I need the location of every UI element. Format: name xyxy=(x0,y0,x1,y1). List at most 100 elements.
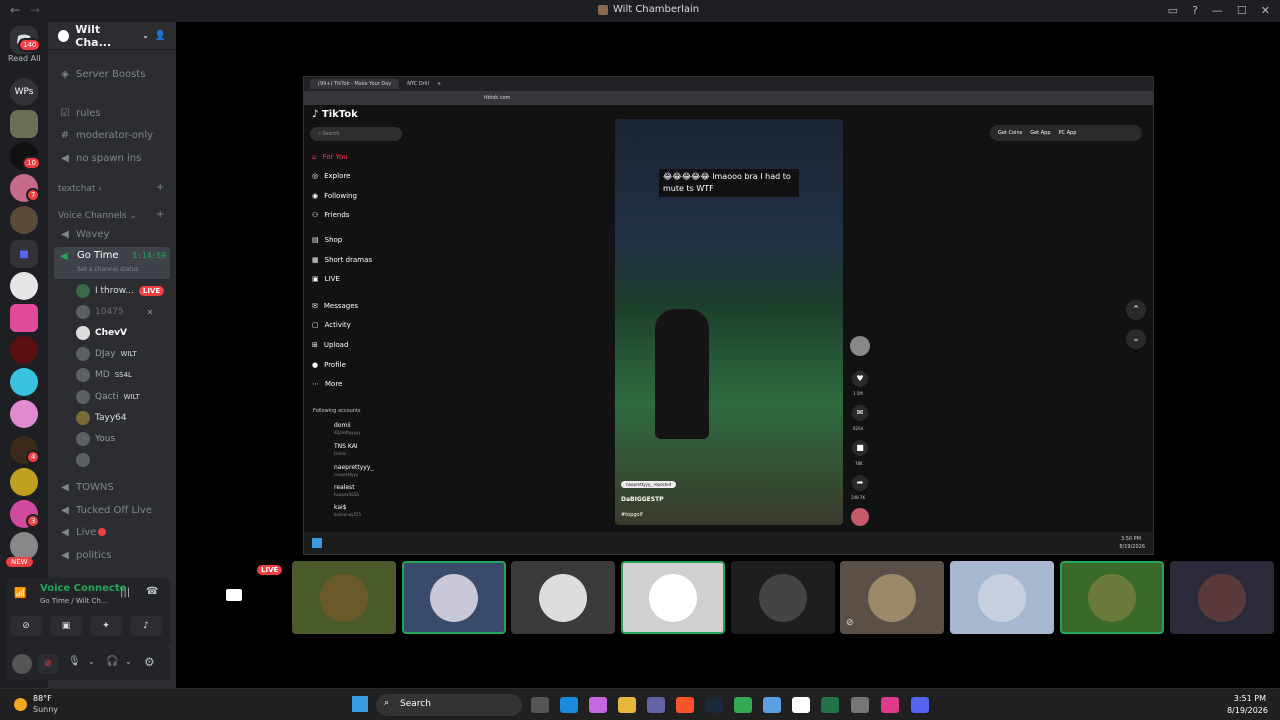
nav-explore[interactable]: ◎ Explore xyxy=(312,172,350,180)
comment-button[interactable]: ✉ xyxy=(852,405,868,421)
account-item[interactable]: TNS KAI tnskai xyxy=(312,443,358,457)
get-coins-button[interactable]: Get Coins xyxy=(998,130,1022,136)
server-avatar-1[interactable] xyxy=(10,110,38,138)
user-avatar[interactable] xyxy=(12,654,32,674)
music-disc[interactable] xyxy=(851,508,869,526)
creator-avatar[interactable] xyxy=(850,336,870,356)
server-avatar-5[interactable] xyxy=(10,272,38,300)
popout-button[interactable] xyxy=(226,589,242,601)
read-all-link[interactable]: Read All xyxy=(8,54,41,63)
server-avatar-8[interactable] xyxy=(10,368,38,396)
voice-user-2[interactable]: 10475 ✕ xyxy=(76,303,153,321)
activities-button[interactable]: ✦ xyxy=(90,616,122,636)
channel-wavey[interactable]: ◀ Wavey xyxy=(54,224,170,244)
nav-upload[interactable]: ⊞ Upload xyxy=(312,341,348,349)
disconnect-icon[interactable]: ☎ xyxy=(146,586,158,597)
server-avatar-9[interactable] xyxy=(10,400,38,428)
participant-tile[interactable] xyxy=(402,561,506,634)
channel-politics[interactable]: ◀ politics xyxy=(54,545,170,565)
task-view-icon[interactable] xyxy=(531,697,549,713)
app-icon[interactable] xyxy=(792,697,810,713)
tiktok-video[interactable]: 😂😂😂😂😂 lmaooo bra I had to mute ts WTF na… xyxy=(615,119,843,525)
get-app-button[interactable]: Get App xyxy=(1030,130,1050,136)
maximize-button[interactable]: ☐ xyxy=(1237,4,1247,17)
channel-tucked-off-live[interactable]: ◀ Tucked Off Live xyxy=(54,500,170,520)
brave-icon[interactable] xyxy=(676,697,694,713)
minimize-button[interactable]: — xyxy=(1212,4,1223,17)
video-author[interactable]: DaBIGGESTP xyxy=(621,496,664,503)
soundboard-button[interactable]: ♪ xyxy=(130,616,162,636)
folder-icon[interactable]: ■ xyxy=(10,240,38,268)
browser-tab-tiktok[interactable]: (99+) TikTok - Make Your Day xyxy=(310,79,400,89)
chevron-down-icon[interactable]: ⌄ xyxy=(125,657,132,666)
account-item[interactable]: kai$ kaimoney555 xyxy=(312,504,361,518)
voice-user-1[interactable]: I throw... LIVE xyxy=(76,282,165,300)
add-member-icon[interactable]: 👤 xyxy=(155,31,166,41)
settings-gear-icon[interactable]: ⚙ xyxy=(144,655,155,669)
browser-address-bar[interactable]: tiktok.com xyxy=(304,91,1153,105)
server-avatar-13[interactable] xyxy=(10,532,38,560)
channel-rules[interactable]: ☑ rules xyxy=(54,103,170,123)
channel-go-time[interactable]: ◀ Go Time 1:14:59 Set a channel status xyxy=(54,247,170,279)
nav-profile[interactable]: ● Profile xyxy=(312,361,346,369)
nav-more[interactable]: ⋯ More xyxy=(312,380,342,388)
participant-tile[interactable]: ⊘ xyxy=(840,561,944,634)
channel-live[interactable]: ◀ Live xyxy=(54,522,170,542)
edge-icon[interactable] xyxy=(560,697,578,713)
chrome-icon[interactable] xyxy=(734,697,752,713)
pc-app-button[interactable]: PC App xyxy=(1059,130,1077,136)
server-avatar-4[interactable] xyxy=(10,206,38,234)
voice-user-7[interactable]: Tayy64 xyxy=(76,409,127,427)
account-item[interactable]: realest hoopex5656 xyxy=(312,484,359,498)
steam-icon[interactable] xyxy=(705,697,723,713)
app-icon[interactable] xyxy=(851,697,869,713)
next-video-button[interactable]: ⌄ xyxy=(1126,329,1146,349)
participant-tile[interactable] xyxy=(292,561,396,634)
voice-user-3[interactable]: ChevV xyxy=(76,324,127,342)
camera-off-button[interactable]: ⊘ xyxy=(10,616,42,636)
inbox-icon[interactable]: ▭ xyxy=(1168,4,1178,17)
screen-share-stream[interactable]: (99+) TikTok - Make Your Day NYC Drill +… xyxy=(303,76,1154,555)
screen-share-button[interactable]: ▣ xyxy=(50,616,82,636)
category-textchat[interactable]: textchat › xyxy=(58,184,102,194)
video-hashtag[interactable]: #topgolf xyxy=(621,512,643,518)
server-avatar-11[interactable] xyxy=(10,468,38,496)
participant-tile[interactable] xyxy=(1060,561,1164,634)
browser-tab-2[interactable]: NYC Drill xyxy=(407,81,429,87)
nav-friends[interactable]: ⚇ Friends xyxy=(312,211,349,219)
new-badge[interactable]: NEW xyxy=(6,557,33,567)
nav-following[interactable]: ◉ Following xyxy=(312,192,357,200)
voice-user-8[interactable]: Yous xyxy=(76,430,115,448)
account-item[interactable]: domii d2prettyyyyy xyxy=(312,422,361,436)
participant-tile[interactable] xyxy=(621,561,725,634)
channel-no-spawn-ins[interactable]: ◀ no spawn ins xyxy=(54,148,170,168)
add-voice-channel-icon[interactable]: + xyxy=(156,209,164,220)
noise-suppression-icon[interactable]: ||| xyxy=(120,587,130,598)
close-button[interactable]: ✕ xyxy=(1261,4,1270,17)
bookmark-button[interactable]: ■ xyxy=(852,440,868,456)
add-channel-icon[interactable]: + xyxy=(156,182,164,193)
channel-towns[interactable]: ◀ TOWNS xyxy=(54,477,170,497)
discord-icon[interactable] xyxy=(911,697,929,713)
like-button[interactable]: ♥ xyxy=(852,371,868,387)
excel-icon[interactable] xyxy=(821,697,839,713)
tiktok-search-input[interactable]: ⌕ Search xyxy=(310,127,402,141)
participant-tile[interactable] xyxy=(1170,561,1274,634)
participant-tile[interactable] xyxy=(950,561,1054,634)
server-avatar-7[interactable] xyxy=(10,336,38,364)
nav-shop[interactable]: ▤ Shop xyxy=(312,236,342,244)
chevron-down-icon[interactable]: ⌄ xyxy=(88,657,95,666)
taskbar-search[interactable]: ⌕ Search xyxy=(376,694,522,716)
teams-icon[interactable] xyxy=(647,697,665,713)
help-icon[interactable]: ? xyxy=(1192,4,1198,17)
participant-tile[interactable] xyxy=(511,561,615,634)
channel-server-boosts[interactable]: ◈ Server Boosts xyxy=(54,64,170,84)
new-tab-icon[interactable]: + xyxy=(437,81,441,87)
category-voice-channels[interactable]: Voice Channels ⌄ xyxy=(58,211,137,221)
voice-user-6[interactable]: Qacti WILT xyxy=(76,388,140,406)
headphones-icon[interactable]: 🎧 xyxy=(106,656,118,667)
nav-live[interactable]: ▣ LIVE xyxy=(312,275,340,283)
microphone-icon[interactable]: 🎙 xyxy=(68,656,81,667)
server-wps[interactable]: WPs xyxy=(10,78,38,106)
voice-user-4[interactable]: DJay WILT xyxy=(76,345,137,363)
